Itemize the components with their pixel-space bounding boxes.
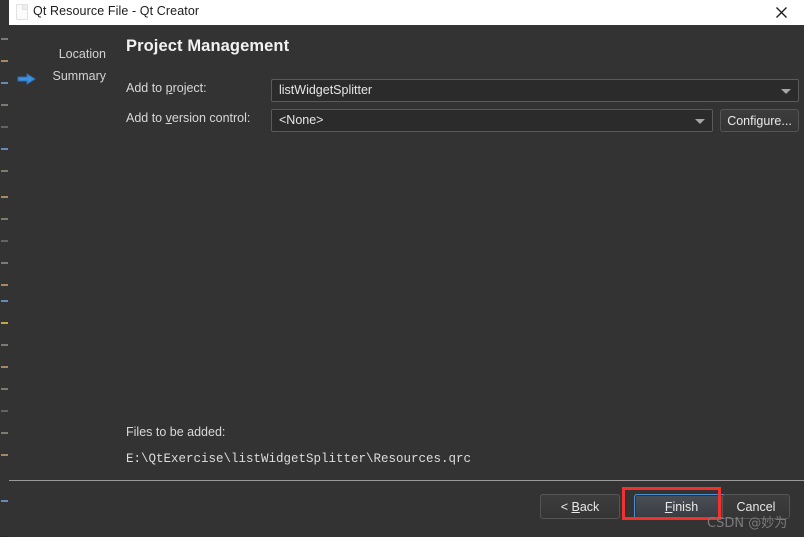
dialog-footer: < Back Finish Cancel <box>9 480 804 537</box>
blue-arrow-right-icon <box>17 70 37 85</box>
dialog-title: Qt Resource File - Qt Creator <box>33 4 200 18</box>
sidebar-item-label: Summary <box>52 69 106 83</box>
add-to-project-combobox[interactable]: listWidgetSplitter <box>271 79 799 102</box>
add-to-version-control-combobox[interactable]: <None> <box>271 109 713 132</box>
wizard-steps: Location Summary <box>9 43 114 87</box>
chevron-down-icon <box>695 119 705 124</box>
close-icon[interactable] <box>759 0 804 25</box>
screen: Qt Resource File - Qt Creator Location S… <box>0 0 804 537</box>
file-document-icon <box>15 4 28 20</box>
page-title: Project Management <box>126 37 290 55</box>
files-to-be-added-path: E:\QtExercise\listWidgetSplitter\Resourc… <box>126 452 472 466</box>
sidebar-item-summary[interactable]: Summary <box>9 65 114 87</box>
add-to-project-label: Add to project: <box>126 81 207 95</box>
add-to-version-control-value: <None> <box>279 113 324 127</box>
configure-button[interactable]: Configure... <box>720 109 799 132</box>
files-to-be-added-label: Files to be added: <box>126 425 226 439</box>
add-to-project-value: listWidgetSplitter <box>279 83 373 97</box>
watermark: CSDN @妙为 <box>707 516 788 531</box>
add-to-version-control-label: Add to version control: <box>126 111 251 125</box>
sidebar-item-location[interactable]: Location <box>9 43 114 65</box>
dialog-body: Location Summary Project Management Add … <box>9 25 804 480</box>
sidebar-item-label: Location <box>58 47 106 61</box>
background-editor-sliver <box>0 0 9 536</box>
dialog-titlebar: Qt Resource File - Qt Creator <box>9 0 804 26</box>
qt-resource-file-dialog: Qt Resource File - Qt Creator Location S… <box>9 0 804 537</box>
chevron-down-icon <box>781 89 791 94</box>
back-button[interactable]: < Back <box>540 494 620 519</box>
